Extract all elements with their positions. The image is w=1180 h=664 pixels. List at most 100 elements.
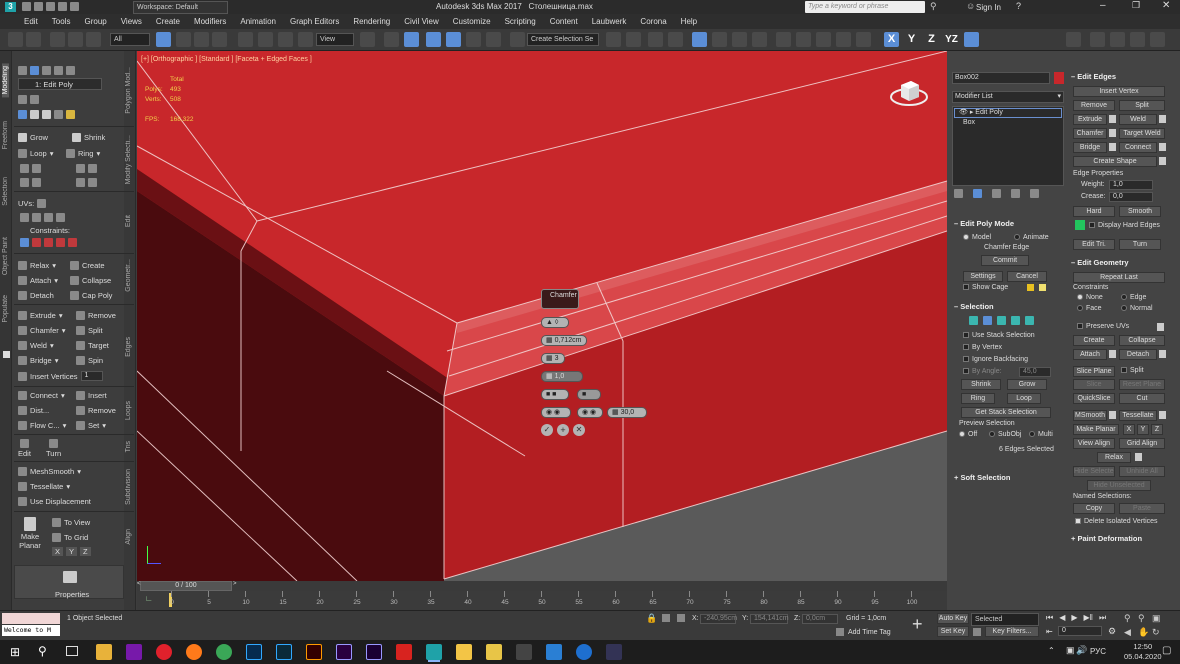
edit-edges-header[interactable]: – Edit Edges [1071,72,1116,81]
edit-tri-button[interactable]: Edit Tri. [1073,239,1115,250]
curve-editor-icon[interactable] [712,32,727,47]
modifier-list-dropdown[interactable]: Modifier List ▾ [952,91,1064,103]
axis-y-icon[interactable]: Y [904,32,919,47]
schematic-view-icon[interactable] [732,32,747,47]
preserve-uvs-settings-icon[interactable] [1157,323,1164,331]
pivot-center-icon[interactable] [360,32,375,47]
shift-ring-icon[interactable] [76,164,85,173]
firefox-icon[interactable] [186,644,202,660]
chrome-icon[interactable] [216,644,232,660]
axis-x-icon[interactable]: X [884,32,899,47]
hide-unselected-button[interactable]: Hide Unselected [1087,480,1151,491]
onenote-icon[interactable] [126,644,142,660]
tray-up-icon[interactable]: ⌃ [1048,646,1055,655]
menu-views[interactable]: Views [121,17,142,26]
tab-populate[interactable]: Populate [2,295,9,323]
show-end-result-icon[interactable] [18,95,27,104]
hide-selected-button[interactable]: Hide Selected [1073,466,1115,477]
object-color-swatch[interactable] [1054,72,1064,84]
align-z-button[interactable]: Z [80,547,91,556]
grow-loop-icon[interactable] [32,178,41,187]
edit-poly-mode-header[interactable]: – Edit Poly Mode [954,219,1014,228]
app-icon-4[interactable] [606,644,622,660]
set-flow-button[interactable]: Set ▾ [76,421,106,430]
workspace-dropdown[interactable]: Workspace: Default [133,1,228,14]
track-bar[interactable]: ∟ 0 5 10 15 20 25 30 35 40 45 50 55 60 65 70 75 80 85 90 95… [137,591,947,610]
selection-filter-dropdown[interactable]: All [110,33,150,46]
constraint-extra-icon[interactable] [68,238,77,247]
get-stack-selection-button[interactable]: Get Stack Selection [961,407,1051,418]
key-mode-toggle-icon[interactable]: ⇤ [1046,627,1053,636]
preview-off-radio[interactable]: Off [959,431,977,438]
sign-in-link[interactable]: Sign In [976,3,1001,12]
edit-named-selection-icon[interactable] [510,32,525,47]
extrude-settings-icon[interactable] [1109,115,1116,123]
language-indicator[interactable]: РУС [1090,647,1106,656]
detach-button[interactable]: Detach [1119,349,1157,360]
spinner-snap-icon[interactable] [486,32,501,47]
constraint-none-radio[interactable]: None [1077,294,1103,301]
show-cage-icon[interactable] [66,110,75,119]
named-selection-dropdown[interactable]: Create Selection Se [527,33,599,46]
remove-loop-button[interactable]: Remove [76,406,116,415]
chamfer-button[interactable]: Chamfer [1073,128,1107,139]
create-button[interactable]: Create [70,261,105,270]
opera-icon[interactable] [156,644,172,660]
select-by-name-icon[interactable] [176,32,191,47]
render-cloud2-icon[interactable] [1130,32,1145,47]
render-setup-icon[interactable] [776,32,791,47]
to-grid-button[interactable]: To Grid [52,533,88,542]
border-icon[interactable] [997,316,1006,325]
panel-loops[interactable]: Loops [125,401,132,420]
relax-button[interactable]: Relax [1097,452,1131,463]
to-view-button[interactable]: To View [52,518,90,527]
caddy-cancel-icon[interactable]: ✕ [573,424,585,436]
help-icon[interactable]: ? [1016,1,1021,11]
target-weld-button[interactable]: Target Weld [1119,128,1165,139]
panel-tris[interactable]: Tris [125,441,132,452]
y-coordinate-field[interactable]: 154,141cm [750,614,789,624]
axis-z-icon[interactable]: Z [924,32,939,47]
angle-snap-icon[interactable] [446,32,461,47]
extrude-button[interactable]: Extrude [1073,114,1107,125]
collapse-button[interactable]: Collapse [1119,335,1165,346]
reset-plane-button[interactable]: Reset Plane [1119,379,1165,390]
key-mode-dropdown[interactable]: Selected [971,613,1039,626]
shrink-button[interactable]: Shrink [72,133,105,142]
cap-poly-button[interactable]: Cap Poly [70,291,112,300]
edit-tris-button[interactable]: Edit [18,439,31,458]
distance-connect-button[interactable]: Dist... [18,406,49,415]
tab-object-paint[interactable]: Object Paint [2,237,9,275]
tab-freeform[interactable]: Freeform [2,121,9,149]
weld-settings-icon[interactable] [1159,115,1166,123]
constraint-normal-radio[interactable]: Normal [1121,305,1153,312]
panel-geometry[interactable]: Geometr... [125,259,132,292]
edge-mode-icon[interactable] [30,66,39,75]
absolute-mode-icon[interactable] [677,614,685,622]
slice-plane-button[interactable]: Slice Plane [1073,366,1115,377]
open-icon[interactable] [22,2,31,11]
repeat-last-button[interactable]: Repeat Last [1073,272,1165,283]
render-cloud-icon[interactable] [856,32,871,47]
insert-vertices-spinner[interactable]: 1 [80,371,103,381]
maxscript-input[interactable]: Welcome to M [2,625,60,636]
extrude-button[interactable]: Extrude ▾ [18,311,63,320]
render-frame-icon[interactable] [1090,32,1105,47]
select-rotate-icon[interactable] [258,32,273,47]
border-mode-icon[interactable] [42,66,51,75]
uv-normal-icon[interactable] [56,213,65,222]
add-time-tag[interactable]: Add Time Tag [848,629,891,636]
grow-button[interactable]: Grow [1007,379,1047,390]
weld-button[interactable]: Weld ▾ [18,341,54,350]
meshsmooth-button[interactable]: MeshSmooth ▾ [18,467,81,476]
redo-icon[interactable] [58,2,67,11]
z-coordinate-field[interactable]: 0,0cm [802,614,838,624]
menu-scripting[interactable]: Scripting [505,17,536,26]
tab-modeling[interactable]: Modeling [2,63,9,98]
search-icon[interactable]: ⚲ [930,1,937,12]
cut-button[interactable]: Cut [1119,393,1165,404]
turn-button[interactable]: Turn [46,439,61,458]
animate-radio[interactable]: Animate [1014,234,1049,241]
hard-edges-color-swatch[interactable] [1075,220,1085,230]
axis-constraint-icon[interactable] [964,32,979,47]
